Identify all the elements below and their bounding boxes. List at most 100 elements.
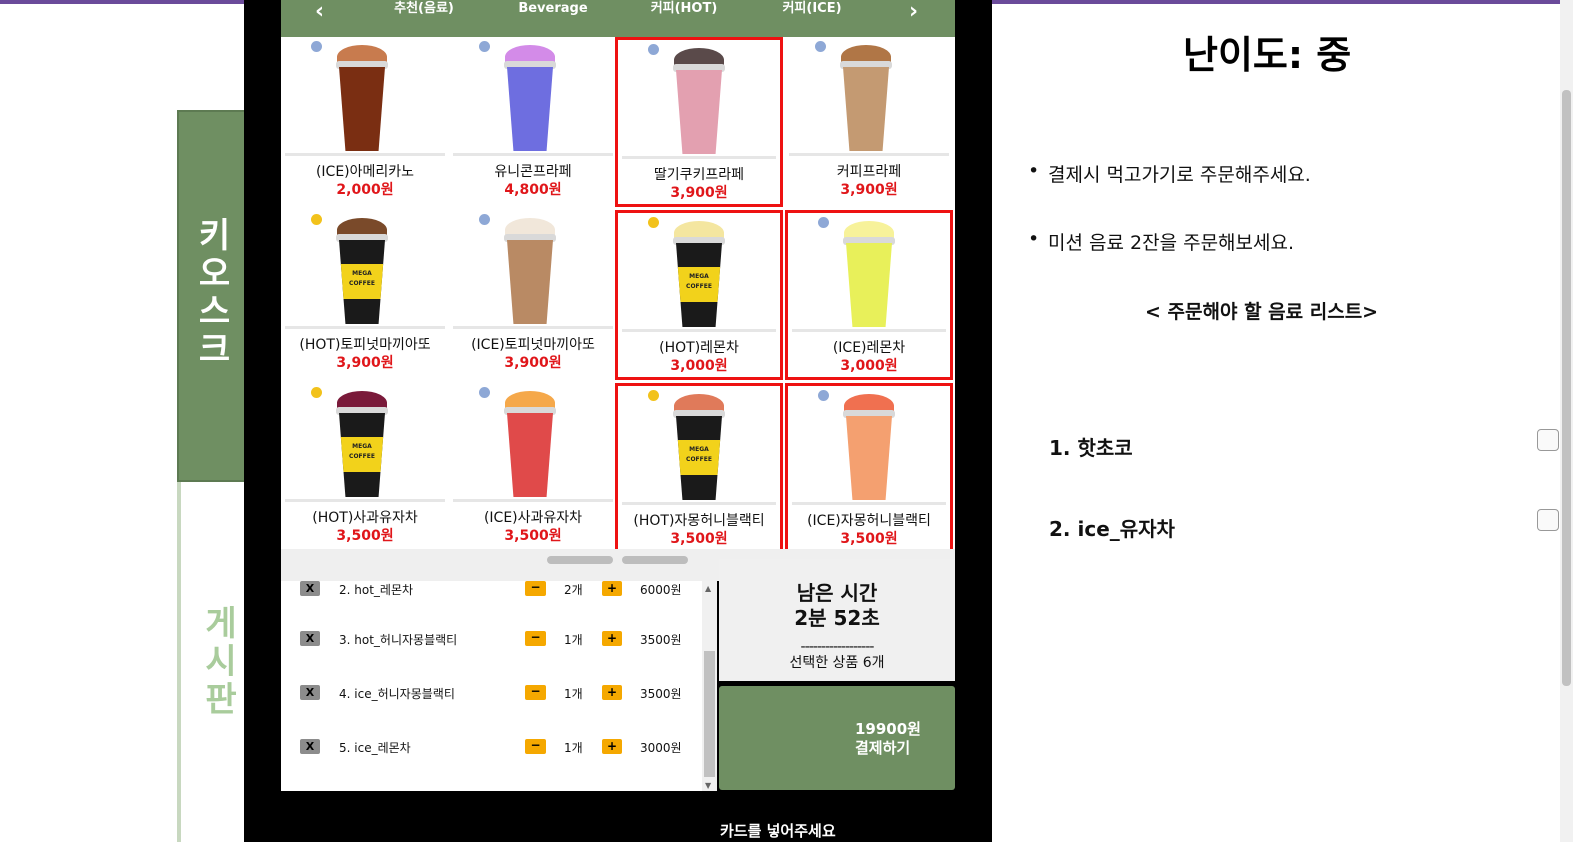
drink-image: MEGA COFFEE bbox=[333, 391, 391, 499]
increase-qty-button[interactable]: + bbox=[602, 581, 622, 596]
increase-qty-button[interactable]: + bbox=[602, 739, 622, 754]
mission-list-header: < 주문해야 할 음료 리스트> bbox=[1145, 301, 1379, 323]
menu-item[interactable]: (ICE)토피넛마끼아또 3,900원 bbox=[449, 210, 617, 380]
menu-item[interactable]: (ICE)자몽허니블랙티 3,500원 bbox=[785, 383, 953, 553]
menu-item-name: 딸기쿠키프라페 bbox=[653, 167, 745, 183]
tab-beverage[interactable]: Beverage bbox=[493, 1, 613, 17]
scroll-up-icon[interactable]: ▲ bbox=[705, 584, 711, 593]
increase-qty-button[interactable]: + bbox=[602, 685, 622, 700]
item-divider bbox=[285, 499, 445, 502]
chevron-left-icon[interactable]: ‹ bbox=[315, 1, 324, 23]
menu-item-name: (HOT)사과유자차 bbox=[312, 510, 418, 526]
temp-badge bbox=[648, 44, 659, 55]
menu-item-name: (ICE)자몽허니블랙티 bbox=[807, 513, 931, 529]
order-row: X 2. hot_레몬차 − 2개 +6000원 bbox=[281, 581, 701, 601]
menu-item[interactable]: (ICE)레몬차 3,000원 bbox=[785, 210, 953, 380]
scrollbar-thumb[interactable] bbox=[704, 651, 715, 777]
temp-badge bbox=[311, 41, 322, 52]
menu-item[interactable]: (ICE)사과유자차 3,500원 bbox=[449, 383, 617, 553]
chevron-right-icon[interactable]: › bbox=[909, 1, 918, 23]
menu-item-price: 3,900원 bbox=[840, 182, 898, 198]
nav-kiosk-tab[interactable]: 키오스크 bbox=[177, 110, 252, 482]
order-scrollbar[interactable]: ▲ ▼ bbox=[702, 581, 717, 791]
order-item-qty: 1개 bbox=[564, 633, 583, 647]
menu-item-price: 3,900원 bbox=[504, 355, 562, 371]
card-prompt: 카드를 넣어주세요 bbox=[720, 822, 836, 840]
instruction-1-text: 결제시 먹고가기로 주문해주세요. bbox=[1048, 164, 1311, 186]
nav-kiosk-label: 키오스크 bbox=[198, 216, 231, 370]
scroll-down-icon[interactable]: ▼ bbox=[705, 781, 711, 790]
instruction-2: 미션 음료 2잔을 주문해보세요. bbox=[1028, 228, 1294, 255]
pay-label: 결제하기 bbox=[855, 739, 911, 757]
decrease-qty-button[interactable]: − bbox=[525, 685, 546, 700]
instruction-2-text: 미션 음료 2잔을 주문해보세요. bbox=[1048, 232, 1295, 254]
decrease-qty-button[interactable]: − bbox=[525, 739, 546, 754]
temp-badge bbox=[479, 214, 490, 225]
category-bar: ‹ 추천(음료) Beverage 커피(HOT) 커피(ICE) › bbox=[281, 0, 955, 37]
mission-item-2: 2. ice_유자차 bbox=[1049, 517, 1175, 541]
remove-item-button[interactable]: X bbox=[300, 631, 320, 646]
menu-item-price: 3,500원 bbox=[336, 528, 394, 544]
menu-item-name: 유니콘프라페 bbox=[494, 164, 572, 180]
mission-item-2-checkbox[interactable] bbox=[1537, 509, 1559, 531]
decrease-qty-button[interactable]: − bbox=[525, 631, 546, 646]
menu-item[interactable]: MEGA COFFEE (HOT)토피넛마끼아또 3,900원 bbox=[281, 210, 449, 380]
page-indicator-2[interactable] bbox=[622, 556, 688, 564]
drink-image bbox=[670, 48, 728, 156]
menu-item-price: 3,500원 bbox=[504, 528, 562, 544]
menu-item-name: (ICE)아메리카노 bbox=[315, 164, 415, 180]
order-item-price: 3500원 bbox=[640, 687, 682, 701]
menu-item-name: (ICE)사과유자차 bbox=[483, 510, 583, 526]
menu-item-name: (HOT)레몬차 bbox=[659, 340, 739, 356]
tab-coffee-ice[interactable]: 커피(ICE) bbox=[752, 1, 872, 17]
remove-item-button[interactable]: X bbox=[300, 739, 320, 754]
selected-count: 선택한 상품 6개 bbox=[789, 655, 885, 671]
timer-label: 남은 시간 bbox=[796, 581, 878, 605]
tab-coffee-hot[interactable]: 커피(HOT) bbox=[624, 1, 744, 17]
order-item-name: 5. ice_레몬차 bbox=[339, 741, 411, 755]
menu-item[interactable]: 커피프라페 3,900원 bbox=[785, 37, 953, 207]
remove-item-button[interactable]: X bbox=[300, 581, 320, 596]
order-item-price: 6000원 bbox=[640, 583, 682, 597]
drink-image bbox=[501, 45, 559, 153]
timer-panel: 남은 시간 2분 52초 ------------------ 선택한 상품 6… bbox=[719, 559, 955, 681]
tab-recommended[interactable]: 추천(음료) bbox=[364, 1, 484, 17]
temp-badge bbox=[479, 41, 490, 52]
menu-item[interactable]: MEGA COFFEE (HOT)자몽허니블랙티 3,500원 bbox=[615, 383, 783, 553]
increase-qty-button[interactable]: + bbox=[602, 631, 622, 646]
decrease-qty-button[interactable]: − bbox=[525, 581, 546, 596]
page-scrollbar[interactable] bbox=[1560, 0, 1573, 842]
mission-item-1-checkbox[interactable] bbox=[1537, 429, 1559, 451]
menu-item-price: 3,500원 bbox=[670, 531, 728, 547]
menu-item[interactable]: MEGA COFFEE (HOT)레몬차 3,000원 bbox=[615, 210, 783, 380]
item-divider bbox=[453, 326, 613, 329]
menu-item-name: (HOT)자몽허니블랙티 bbox=[633, 513, 765, 529]
order-item-qty: 2개 bbox=[564, 583, 583, 597]
pay-button[interactable]: 19900원 결제하기 bbox=[719, 686, 955, 790]
order-item-price: 3500원 bbox=[640, 633, 682, 647]
menu-item-price: 3,000원 bbox=[670, 358, 728, 374]
page-scrollbar-thumb[interactable] bbox=[1562, 90, 1571, 686]
remove-item-button[interactable]: X bbox=[300, 685, 320, 700]
drink-image bbox=[501, 218, 559, 326]
order-item-name: 3. hot_허니자몽블랙티 bbox=[339, 633, 458, 647]
temp-badge bbox=[648, 390, 659, 401]
temp-badge bbox=[818, 217, 829, 228]
order-row: X 4. ice_허니자몽블랙티 − 1개 +3500원 bbox=[281, 685, 701, 705]
order-item-name: 2. hot_레몬차 bbox=[339, 583, 414, 597]
page-indicator-1[interactable] bbox=[547, 556, 613, 564]
menu-item[interactable]: MEGA COFFEE (HOT)사과유자차 3,500원 bbox=[281, 383, 449, 553]
drink-image bbox=[501, 391, 559, 499]
menu-item-price: 3,900원 bbox=[670, 185, 728, 201]
order-row: X 3. hot_허니자몽블랙티 − 1개 +3500원 bbox=[281, 631, 701, 651]
item-divider bbox=[622, 329, 776, 332]
menu-item[interactable]: 딸기쿠키프라페 3,900원 bbox=[615, 37, 783, 207]
drink-image: MEGA COFFEE bbox=[333, 218, 391, 326]
order-item-price: 3000원 bbox=[640, 741, 682, 755]
menu-item[interactable]: 유니콘프라페 4,800원 bbox=[449, 37, 617, 207]
menu-item-price: 4,800원 bbox=[504, 182, 562, 198]
menu-item[interactable]: (ICE)아메리카노 2,000원 bbox=[281, 37, 449, 207]
instruction-1: 결제시 먹고가기로 주문해주세요. bbox=[1028, 160, 1311, 187]
menu-item-price: 2,000원 bbox=[336, 182, 394, 198]
drink-image bbox=[840, 394, 898, 502]
